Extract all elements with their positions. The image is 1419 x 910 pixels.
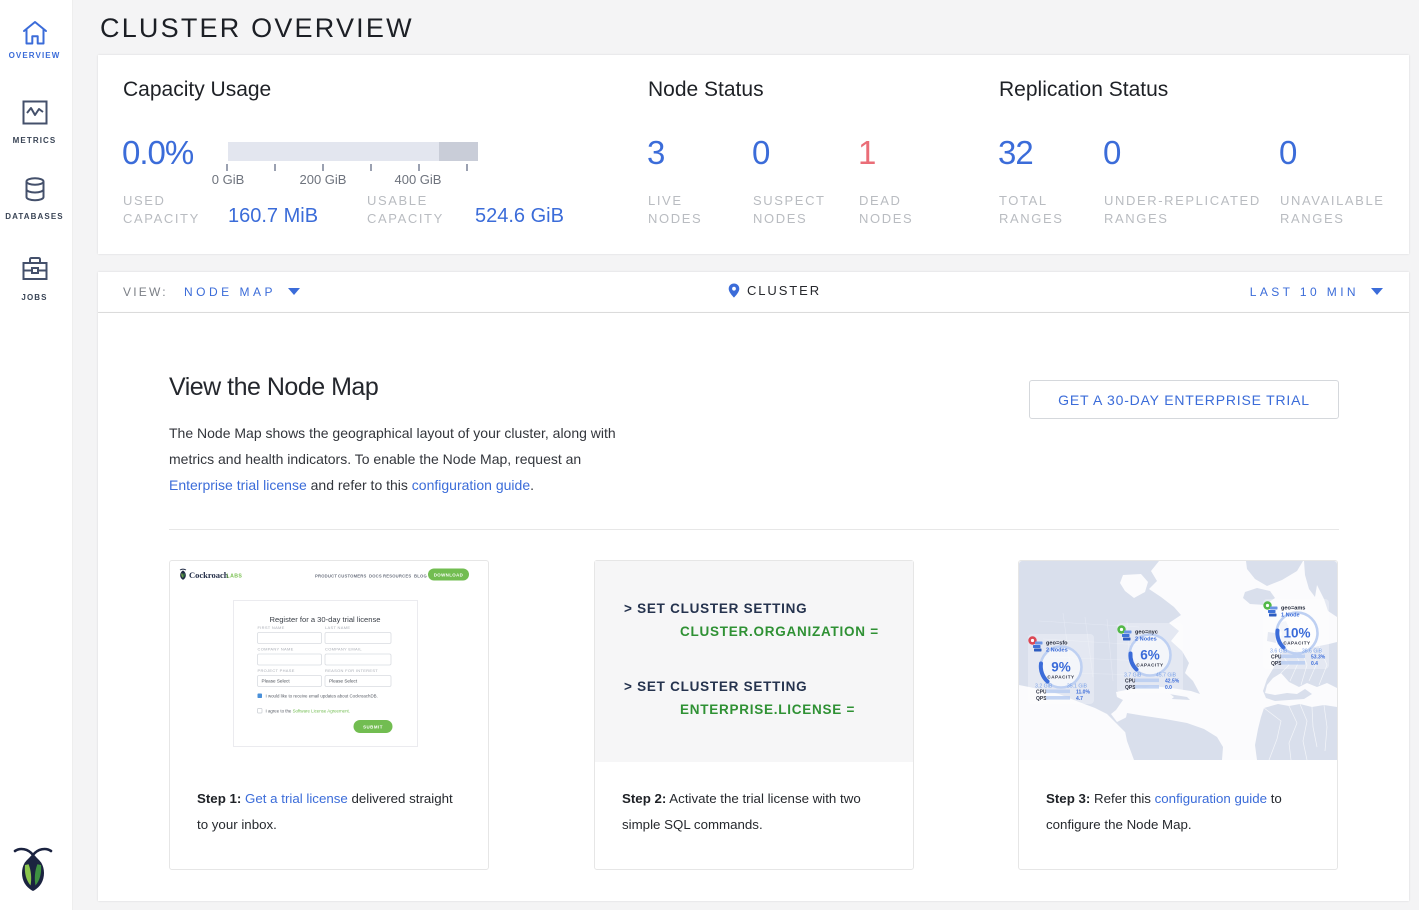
svg-text:geo=sfo: geo=sfo [1046, 641, 1068, 647]
svg-text:DOWNLOAD: DOWNLOAD [434, 573, 464, 578]
svg-text:CAPACITY: CAPACITY [1283, 641, 1310, 646]
svg-text:LABS: LABS [227, 574, 243, 580]
svg-text:QPS: QPS [1125, 685, 1136, 691]
svg-text:QPS: QPS [1036, 696, 1047, 702]
svg-text:I agree to the Software Licens: I agree to the Software License Agreemen… [266, 709, 350, 714]
svg-text:QPS: QPS [1271, 661, 1282, 667]
svg-text:RESOURCES: RESOURCES [383, 574, 411, 579]
svg-text:2 Nodes: 2 Nodes [1135, 637, 1157, 643]
svg-text:Cockroach: Cockroach [189, 570, 229, 580]
svg-text:10%: 10% [1283, 626, 1310, 641]
svg-text:COMPANY EMAIL: COMPANY EMAIL [325, 647, 362, 652]
svg-text:geo=nyc: geo=nyc [1135, 630, 1158, 636]
svg-text:42.5%: 42.5% [1165, 679, 1180, 685]
svg-text:CPU: CPU [1036, 690, 1047, 696]
svg-text:2 Nodes: 2 Nodes [1046, 648, 1068, 654]
svg-text:I would like to receive email: I would like to receive email updates ab… [266, 694, 378, 699]
svg-text:CUSTOMERS: CUSTOMERS [338, 574, 366, 579]
svg-text:0.0: 0.0 [1165, 685, 1172, 691]
svg-text:PROJECT PHASE: PROJECT PHASE [258, 668, 295, 673]
svg-text:REASON FOR INTEREST: REASON FOR INTEREST [325, 668, 378, 673]
svg-text:0.4: 0.4 [1311, 661, 1318, 667]
svg-text:CPU: CPU [1271, 655, 1282, 661]
svg-text:Register for a 30-day trial li: Register for a 30-day trial license [269, 615, 380, 624]
svg-text:1 Node: 1 Node [1281, 613, 1300, 619]
svg-text:LAST NAME: LAST NAME [325, 625, 350, 630]
svg-text:Please Select: Please Select [329, 679, 358, 684]
svg-text:Please Select: Please Select [262, 679, 291, 684]
svg-text:BLOG: BLOG [414, 574, 427, 579]
svg-text:DOCS: DOCS [369, 574, 382, 579]
svg-text:CPU: CPU [1125, 679, 1136, 685]
svg-text:9%: 9% [1051, 660, 1071, 675]
svg-text:6%: 6% [1140, 648, 1160, 663]
svg-text:53.3%: 53.3% [1311, 655, 1326, 661]
svg-text:SUBMIT: SUBMIT [363, 725, 383, 730]
svg-text:geo=ams: geo=ams [1281, 606, 1305, 612]
svg-text:4.7: 4.7 [1076, 696, 1083, 702]
svg-text:11.0%: 11.0% [1076, 690, 1090, 696]
svg-text:FIRST NAME: FIRST NAME [258, 625, 285, 630]
svg-text:PRODUCT: PRODUCT [315, 574, 337, 579]
svg-text:CAPACITY: CAPACITY [1047, 675, 1074, 680]
svg-text:CAPACITY: CAPACITY [1136, 663, 1163, 668]
svg-text:COMPANY NAME: COMPANY NAME [258, 647, 294, 652]
